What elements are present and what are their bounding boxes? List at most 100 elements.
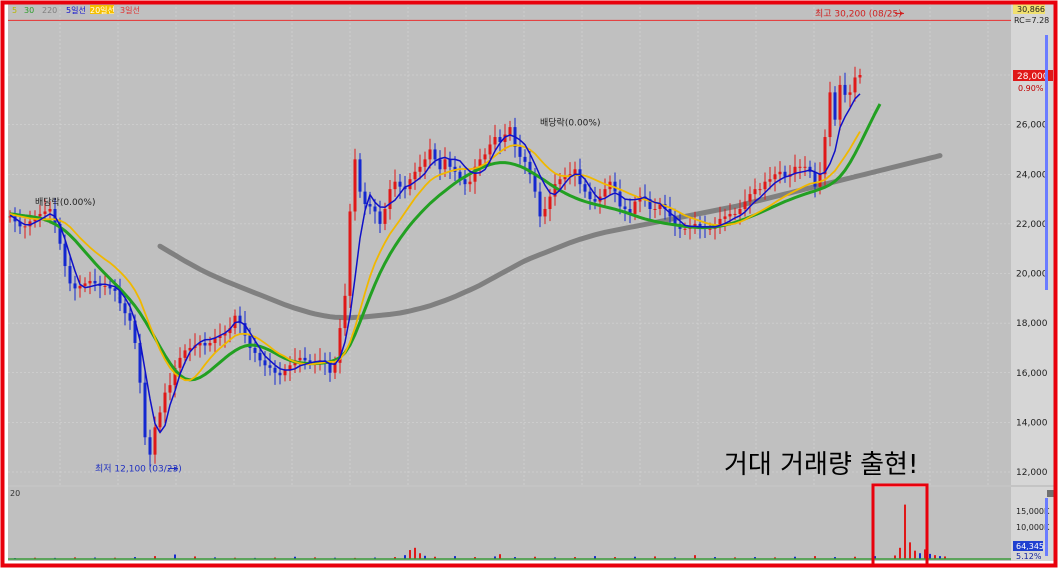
price-tick-label: 18,000: [1016, 319, 1048, 329]
candle-body: [423, 159, 427, 167]
candle-body: [858, 75, 862, 78]
candle-body: [578, 169, 582, 185]
top-value-label: 30,866: [1017, 5, 1045, 14]
candle-body: [743, 201, 747, 209]
volume-bar: [419, 553, 421, 559]
candle-body: [88, 280, 92, 284]
candle-body: [433, 149, 437, 160]
volume-bar: [414, 547, 416, 559]
volume-tick-label: 10,000K: [1016, 523, 1050, 532]
candle-body: [633, 201, 637, 214]
candle-body: [378, 211, 382, 224]
legend-item: 20일선: [90, 6, 115, 15]
candle-body: [593, 199, 597, 202]
candle-body: [563, 176, 567, 180]
candle-body: [708, 228, 712, 230]
candle-body: [143, 382, 147, 438]
candle-body: [358, 159, 362, 192]
price-tick-label: 20,000: [1016, 270, 1048, 280]
volume-tick-label: 15,000K: [1016, 507, 1050, 516]
candle-body: [413, 171, 417, 180]
candle-body: [418, 166, 422, 172]
candle-body: [573, 169, 577, 175]
candle-body: [348, 211, 352, 296]
candle-body: [773, 174, 777, 180]
candle-body: [368, 204, 372, 207]
candle-body: [163, 392, 167, 413]
candle-body: [848, 92, 852, 95]
volume-callout-text: 거대 거래량 출현!: [724, 450, 918, 480]
dividend-annotation: 배당락(0.00%): [35, 196, 95, 208]
candle-body: [728, 213, 732, 217]
legend-item: 5일선: [66, 6, 86, 15]
stock-chart: 배당락(0.00%)배당락(0.00%)최고 30,200 (08/25)최저 …: [0, 0, 1063, 573]
candle-body: [23, 226, 27, 228]
volume-bar: [909, 542, 911, 559]
candle-body: [493, 137, 497, 145]
volume-bar: [904, 504, 906, 559]
candle-body: [103, 285, 107, 287]
volume-corner-label: 20: [10, 489, 20, 498]
candle-body: [468, 181, 472, 185]
candle-body: [38, 213, 42, 217]
candle-body: [543, 208, 547, 217]
candle-body: [383, 208, 387, 224]
candle-body: [448, 159, 452, 167]
candle-body: [833, 92, 837, 120]
candle-body: [268, 365, 272, 368]
candle-body: [208, 342, 212, 346]
legend: 5 30 220 5일선 20일선 3일선: [12, 5, 140, 15]
volume-bar: [929, 553, 931, 559]
candle-body: [203, 342, 207, 346]
candle-body: [158, 412, 162, 428]
candle-body: [653, 208, 657, 210]
candle-body: [488, 144, 492, 155]
current-price-label: 28,000: [1017, 72, 1049, 82]
price-tick-label: 12,000: [1016, 468, 1048, 478]
candle-body: [843, 84, 847, 95]
candle-body: [48, 208, 52, 212]
candle-body: [63, 243, 67, 267]
candle-body: [828, 92, 832, 138]
candle-body: [758, 189, 762, 191]
candle-body: [723, 216, 727, 219]
candle-body: [838, 84, 842, 120]
volume-panel-button[interactable]: [1047, 490, 1054, 497]
candle-body: [538, 191, 542, 217]
candle-body: [168, 385, 172, 393]
candle-body: [778, 171, 782, 175]
candle-body: [353, 159, 357, 212]
price-tick-label: 16,000: [1016, 369, 1048, 379]
legend-item: 5: [12, 6, 17, 15]
candle-body: [398, 181, 402, 187]
volume-bar: [899, 547, 901, 559]
candle-body: [283, 370, 287, 376]
candle-body: [273, 367, 277, 373]
candle-body: [178, 357, 182, 368]
legend-item: 30: [24, 6, 34, 15]
volume-panel: [8, 487, 1011, 561]
top-marker-label: RC=7.28: [1014, 16, 1049, 25]
candle-body: [768, 179, 772, 182]
candle-body: [738, 208, 742, 214]
candle-body: [813, 171, 817, 187]
candle-body: [263, 360, 267, 366]
candle-body: [438, 159, 442, 170]
candle-body: [68, 266, 72, 284]
candle-body: [508, 127, 512, 135]
candle-body: [683, 228, 687, 230]
candle-body: [623, 206, 627, 209]
price-scroll-handle[interactable]: [1045, 35, 1048, 290]
candle-body: [393, 181, 397, 190]
candle-body: [373, 206, 377, 212]
candle-body: [618, 191, 622, 207]
candle-body: [853, 77, 857, 93]
volume-bar: [409, 550, 411, 559]
candle-body: [763, 181, 767, 190]
candle-body: [388, 189, 392, 209]
candle-body: [603, 189, 607, 197]
candle-body: [83, 283, 87, 286]
volume-scroll-handle[interactable]: [1045, 498, 1048, 556]
legend-item: 220: [42, 6, 57, 15]
price-tick-label: 26,000: [1016, 121, 1048, 131]
